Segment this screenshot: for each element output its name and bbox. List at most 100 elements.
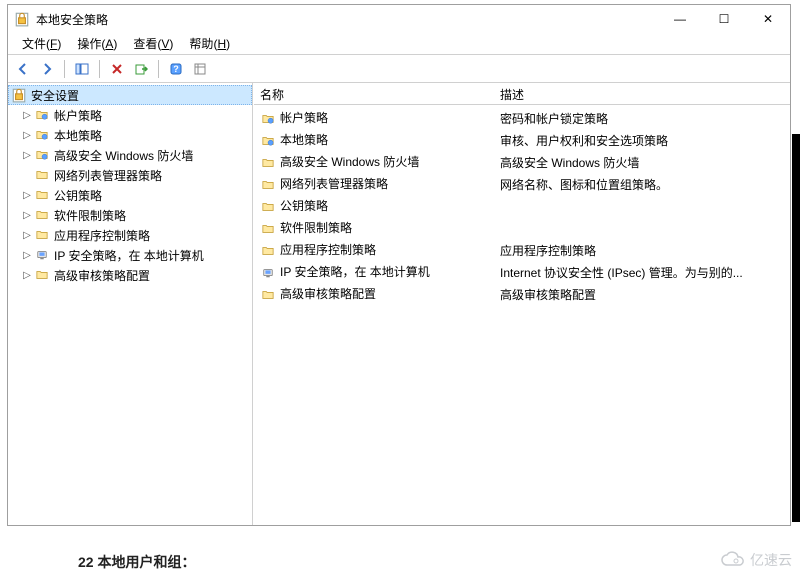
tree-item[interactable]: ▷ 帐户策略 xyxy=(8,105,252,125)
folder-icon xyxy=(34,267,50,283)
ipsec-icon xyxy=(260,265,276,281)
chevron-right-icon[interactable]: ▷ xyxy=(20,230,34,241)
folder-icon xyxy=(260,155,276,171)
tree-item[interactable]: ▷ 公钥策略 xyxy=(8,185,252,205)
folder-icon xyxy=(260,199,276,215)
tree-root[interactable]: 安全设置 xyxy=(8,85,252,105)
chevron-right-icon[interactable]: ▷ xyxy=(20,250,34,261)
folder-icon xyxy=(260,221,276,237)
tree-item-label: 网络列表管理器策略 xyxy=(54,167,162,184)
export-button[interactable] xyxy=(130,58,152,80)
tree-item-label: 软件限制策略 xyxy=(54,207,126,224)
tree-item-label: 应用程序控制策略 xyxy=(54,227,150,244)
toolbar-separator xyxy=(158,60,159,78)
policy-icon xyxy=(260,111,276,127)
list-body: 帐户策略密码和帐户锁定策略本地策略审核、用户权利和安全选项策略高级安全 Wind… xyxy=(254,105,790,307)
policy-icon xyxy=(34,147,50,163)
tree-item[interactable]: ▷ 应用程序控制策略 xyxy=(8,225,252,245)
list-cell-desc: 密码和帐户锁定策略 xyxy=(494,110,790,127)
folder-icon xyxy=(260,177,276,193)
folder-icon xyxy=(34,227,50,243)
minimize-button[interactable]: — xyxy=(658,5,702,33)
chevron-right-icon[interactable]: ▷ xyxy=(20,150,34,161)
menu-file[interactable]: 文件(F) xyxy=(14,33,69,54)
show-hide-tree-button[interactable] xyxy=(71,58,93,80)
tree-item-label: IP 安全策略，在 本地计算机 xyxy=(54,247,204,264)
list-cell-name: 应用程序控制策略 xyxy=(254,241,494,259)
tree-pane[interactable]: 安全设置 ▷ 帐户策略 ▷ 本地策略 ▷ 高级安全 Windows 防火墙网络列表管理器策… xyxy=(8,83,253,525)
list-header: 名称 描述 xyxy=(254,83,790,105)
list-cell-desc: 高级审核策略配置 xyxy=(494,286,790,303)
list-cell-desc: 网络名称、图标和位置组策略。 xyxy=(494,176,790,193)
cloud-icon xyxy=(720,551,746,569)
tree-item-label: 帐户策略 xyxy=(54,107,102,124)
list-cell-desc: 高级安全 Windows 防火墙 xyxy=(494,154,790,171)
policy-icon xyxy=(34,127,50,143)
tree-item[interactable]: 网络列表管理器策略 xyxy=(8,165,252,185)
list-cell-desc: Internet 协议安全性 (IPsec) 管理。为与别的... xyxy=(494,264,790,281)
security-root-icon xyxy=(11,87,27,103)
help-button[interactable]: ? xyxy=(165,58,187,80)
column-header-name[interactable]: 名称 xyxy=(254,83,494,104)
list-row[interactable]: 帐户策略密码和帐户锁定策略 xyxy=(254,107,790,129)
folder-icon xyxy=(260,243,276,259)
back-button[interactable] xyxy=(12,58,34,80)
tree-item-label: 高级安全 Windows 防火墙 xyxy=(54,147,193,164)
chevron-right-icon[interactable]: ▷ xyxy=(20,110,34,121)
list-cell-name: 网络列表管理器策略 xyxy=(254,175,494,193)
chevron-right-icon[interactable]: ▷ xyxy=(20,130,34,141)
list-cell-name: 高级审核策略配置 xyxy=(254,285,494,303)
list-row[interactable]: 高级安全 Windows 防火墙高级安全 Windows 防火墙 xyxy=(254,151,790,173)
list-cell-name: IP 安全策略，在 本地计算机 xyxy=(254,263,494,281)
list-row[interactable]: IP 安全策略，在 本地计算机Internet 协议安全性 (IPsec) 管理… xyxy=(254,261,790,283)
list-cell-name: 本地策略 xyxy=(254,131,494,149)
list-pane[interactable]: 名称 描述 帐户策略密码和帐户锁定策略本地策略审核、用户权利和安全选项策略高级安… xyxy=(253,83,790,525)
menu-help[interactable]: 帮助(H) xyxy=(181,33,238,54)
folder-icon xyxy=(34,167,50,183)
tree-item-label: 高级审核策略配置 xyxy=(54,267,150,284)
list-row[interactable]: 网络列表管理器策略网络名称、图标和位置组策略。 xyxy=(254,173,790,195)
tree-item[interactable]: ▷ IP 安全策略，在 本地计算机 xyxy=(8,245,252,265)
list-row[interactable]: 软件限制策略 xyxy=(254,217,790,239)
chevron-right-icon[interactable]: ▷ xyxy=(20,190,34,201)
list-cell-name: 高级安全 Windows 防火墙 xyxy=(254,153,494,171)
chevron-right-icon[interactable]: ▷ xyxy=(20,210,34,221)
toolbar-separator xyxy=(99,60,100,78)
list-row[interactable]: 本地策略审核、用户权利和安全选项策略 xyxy=(254,129,790,151)
close-button[interactable]: ✕ xyxy=(746,5,790,33)
menu-view[interactable]: 查看(V) xyxy=(125,33,181,54)
column-header-desc[interactable]: 描述 xyxy=(494,83,790,104)
cropped-text: 22 本地用户和组： xyxy=(78,552,195,572)
policy-icon xyxy=(260,133,276,149)
list-cell-desc: 审核、用户权利和安全选项策略 xyxy=(494,132,790,149)
list-cell-desc: 应用程序控制策略 xyxy=(494,242,790,259)
tree-item-label: 公钥策略 xyxy=(54,187,102,204)
list-cell-name: 公钥策略 xyxy=(254,197,494,215)
list-row[interactable]: 高级审核策略配置高级审核策略配置 xyxy=(254,283,790,305)
svg-text:?: ? xyxy=(173,64,179,74)
properties-button[interactable] xyxy=(189,58,211,80)
forward-button[interactable] xyxy=(36,58,58,80)
folder-icon xyxy=(34,187,50,203)
watermark: 亿速云 xyxy=(720,550,792,570)
policy-icon xyxy=(34,107,50,123)
list-row[interactable]: 公钥策略 xyxy=(254,195,790,217)
app-window: 本地安全策略 — ☐ ✕ 文件(F) 操作(A) 查看(V) 帮助(H) ? 安… xyxy=(7,4,791,526)
tree-item-label: 本地策略 xyxy=(54,127,102,144)
menu-action[interactable]: 操作(A) xyxy=(69,33,125,54)
list-row[interactable]: 应用程序控制策略应用程序控制策略 xyxy=(254,239,790,261)
tree-item[interactable]: ▷ 高级安全 Windows 防火墙 xyxy=(8,145,252,165)
chevron-right-icon[interactable]: ▷ xyxy=(20,270,34,281)
toolbar: ? xyxy=(8,55,790,83)
tree-item[interactable]: ▷ 高级审核策略配置 xyxy=(8,265,252,285)
content-area: 安全设置 ▷帐户策略▷本地策略▷高级安全 Windows 防火墙网络列表管理器策… xyxy=(8,83,790,525)
tree-item[interactable]: ▷ 软件限制策略 xyxy=(8,205,252,225)
delete-button[interactable] xyxy=(106,58,128,80)
maximize-button[interactable]: ☐ xyxy=(702,5,746,33)
list-cell-name: 帐户策略 xyxy=(254,109,494,127)
folder-icon xyxy=(34,207,50,223)
menubar: 文件(F) 操作(A) 查看(V) 帮助(H) xyxy=(8,33,790,55)
tree-item[interactable]: ▷ 本地策略 xyxy=(8,125,252,145)
ipsec-icon xyxy=(34,247,50,263)
window-controls: — ☐ ✕ xyxy=(658,5,790,33)
